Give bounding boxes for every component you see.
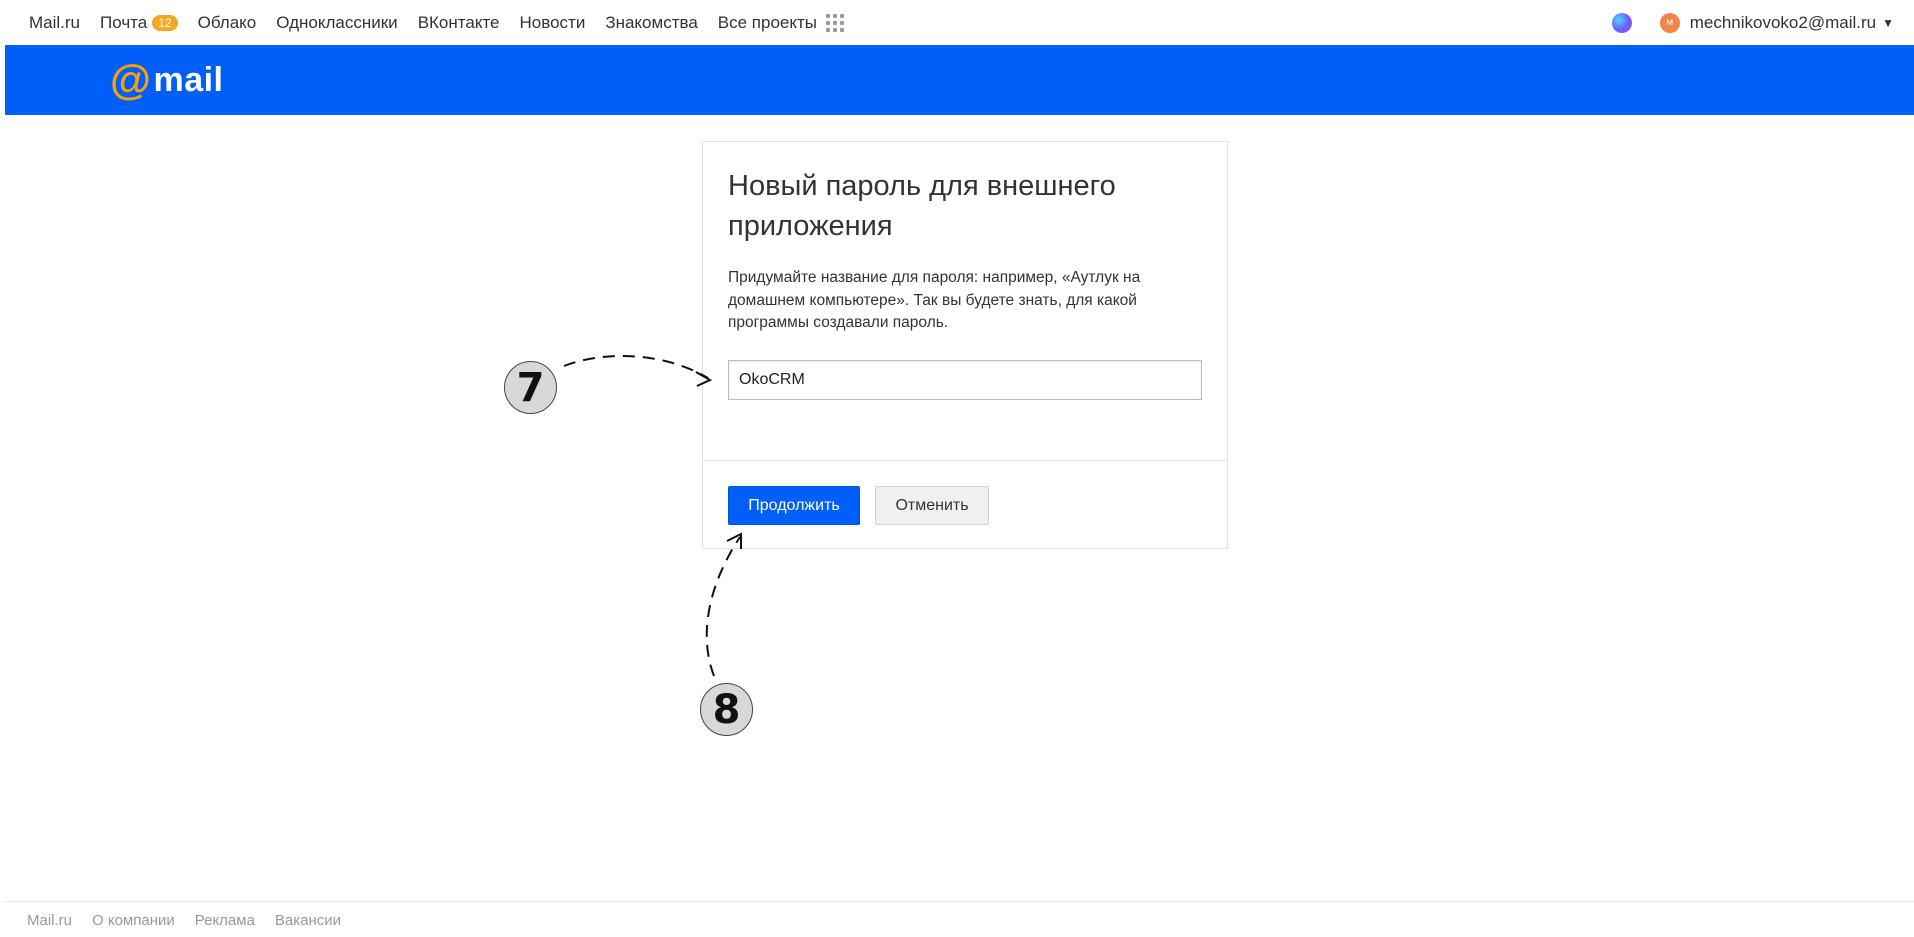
footer: Mail.ru О компании Реклама Вакансии [5, 901, 1914, 937]
assistant-orb-icon[interactable] [1611, 12, 1632, 33]
at-logo-icon: @ [110, 56, 152, 103]
card-description: Придумайте название для пароля: например… [728, 269, 1141, 331]
nav-all-projects[interactable]: Все проекты [718, 13, 844, 33]
footer-link-about[interactable]: О компании [92, 912, 175, 929]
step-7-callout: 7 [504, 361, 557, 414]
nav-all-projects-label: Все проекты [717, 12, 818, 32]
nav-pochta-label: Почта [100, 12, 148, 32]
user-avatar[interactable]: м [1659, 12, 1680, 33]
user-email[interactable]: mechnikovoko2@mail.ru [1690, 13, 1876, 33]
projects-nav: Mail.ru Почта 12 Облако Одноклассники ВКо… [29, 13, 864, 33]
footer-link-ads[interactable]: Реклама [195, 912, 255, 929]
nav-mailru[interactable]: Mail.ru [29, 13, 80, 33]
continue-button[interactable]: Продолжить [728, 486, 860, 525]
top-navigation-bar: Mail.ru Почта 12 Облако Одноклассники ВКо… [5, 0, 1914, 45]
password-name-input[interactable] [728, 360, 1202, 400]
mail-logo[interactable]: @ mail [110, 59, 224, 101]
apps-grid-icon [825, 14, 844, 33]
nav-odnoklassniki[interactable]: Одноклассники [276, 13, 397, 33]
app-password-card: Новый пароль для внешнего приложения При… [702, 141, 1228, 549]
nav-oblako[interactable]: Облако [198, 13, 257, 33]
user-area: м mechnikovoko2@mail.ru ▼ [1611, 12, 1914, 33]
page-title: Новый пароль для внешнего приложения [728, 170, 1116, 242]
nav-vkontakte[interactable]: ВКонтакте [418, 13, 500, 33]
footer-link-mailru[interactable]: Mail.ru [27, 912, 72, 929]
card-divider [703, 460, 1227, 461]
nav-pochta[interactable]: Почта 12 [100, 13, 178, 33]
step-8-callout: 8 [700, 683, 753, 736]
footer-link-jobs[interactable]: Вакансии [275, 912, 341, 929]
nav-znakomstva[interactable]: Знакомства [605, 13, 697, 33]
unread-count-badge: 12 [152, 14, 178, 31]
logo-text: mail [153, 60, 224, 99]
cancel-button[interactable]: Отменить [875, 486, 989, 525]
chevron-down-icon[interactable]: ▼ [1882, 16, 1894, 30]
nav-novosti[interactable]: Новости [520, 13, 586, 33]
arrow-step-7 [563, 355, 709, 379]
footer-links: Mail.ru О компании Реклама Вакансии [27, 912, 361, 929]
brand-header: @ mail [5, 45, 1914, 115]
arrow-step-8 [705, 536, 741, 677]
